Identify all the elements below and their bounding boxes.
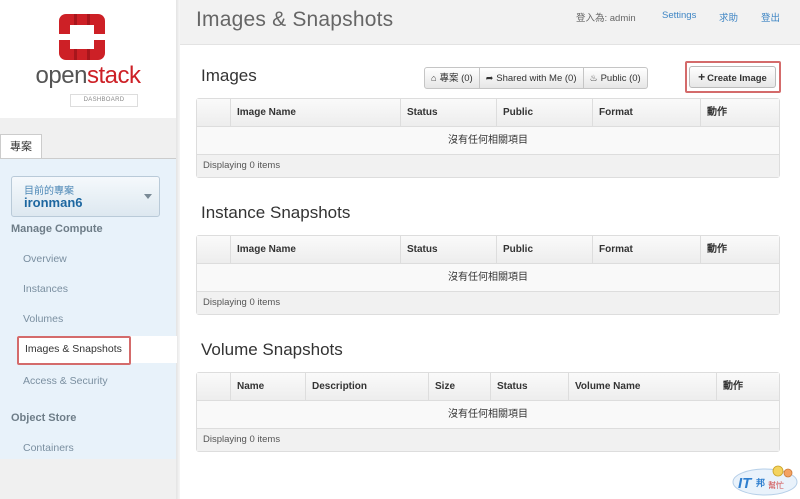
- sidebar-divider: [176, 0, 180, 499]
- ithome-watermark-logo: IT 邦 幫忙: [732, 465, 798, 496]
- svg-text:幫忙: 幫忙: [768, 480, 784, 490]
- table-footer: Displaying 0 items: [197, 155, 779, 177]
- create-image-label: Create Image: [707, 73, 767, 84]
- image-filter-group: ⌂ 專案 (0) ➦ Shared with Me (0) ♨ Public (0): [424, 67, 648, 89]
- sidebar-item-images-snapshots[interactable]: Images & Snapshots: [25, 343, 122, 355]
- table-footer: Displaying 0 items: [197, 292, 779, 314]
- filter-public-button[interactable]: ♨ Public (0): [584, 68, 647, 88]
- project-switcher[interactable]: 目前的專案 ironman6: [11, 176, 160, 217]
- filter-project-label: 專案 (0): [439, 73, 473, 84]
- table-header: Image Name Status Public Format 動作: [197, 99, 779, 127]
- tab-project[interactable]: 專案: [0, 134, 42, 159]
- table-header: Image Name Status Public Format 動作: [197, 236, 779, 264]
- nav-heading-object-store: Object Store: [11, 412, 77, 424]
- settings-link[interactable]: Settings: [662, 10, 696, 21]
- images-table: Image Name Status Public Format 動作 沒有任何相…: [196, 98, 780, 178]
- openstack-logo-icon: [59, 14, 105, 60]
- table-header: Name Description Size Status Volume Name…: [197, 373, 779, 401]
- chevron-down-icon: [144, 194, 152, 199]
- sidebar-item-instances[interactable]: Instances: [23, 283, 68, 295]
- column-header[interactable]: Format: [592, 99, 700, 126]
- column-header[interactable]: Description: [305, 373, 428, 400]
- filter-public-label: Public (0): [600, 73, 641, 84]
- fire-icon: ♨: [589, 73, 598, 83]
- select-column: [197, 99, 230, 126]
- sidebar-item-overview[interactable]: Overview: [23, 253, 67, 265]
- filter-shared-button[interactable]: ➦ Shared with Me (0): [480, 68, 584, 88]
- logo-subtitle: DASHBOARD: [70, 94, 138, 107]
- logged-in-user: 登入為: admin: [576, 13, 636, 24]
- sidebar-item-containers[interactable]: Containers: [23, 442, 74, 454]
- svg-text:IT: IT: [738, 475, 753, 492]
- create-image-button[interactable]: + Create Image: [689, 66, 776, 88]
- column-header[interactable]: Image Name: [230, 99, 400, 126]
- column-header[interactable]: Status: [400, 99, 496, 126]
- logo-wordmark: openstack: [0, 62, 176, 90]
- logo-text-stack: stack: [86, 62, 141, 89]
- help-link[interactable]: 求助: [719, 10, 738, 24]
- openstack-logo[interactable]: openstack DASHBOARD: [0, 0, 176, 118]
- column-header[interactable]: Image Name: [230, 236, 400, 263]
- sidebar-item-volumes[interactable]: Volumes: [23, 313, 63, 325]
- empty-message: 沒有任何相關項目: [197, 264, 779, 292]
- table-footer: Displaying 0 items: [197, 429, 779, 451]
- svg-text:邦: 邦: [756, 477, 765, 489]
- sidebar-item-access-security[interactable]: Access & Security: [23, 375, 108, 387]
- column-header[interactable]: Public: [496, 99, 592, 126]
- plus-icon: +: [698, 70, 706, 84]
- page-title: Images & Snapshots: [196, 8, 394, 31]
- column-header[interactable]: Status: [400, 236, 496, 263]
- column-header[interactable]: Public: [496, 236, 592, 263]
- column-header[interactable]: Volume Name: [568, 373, 716, 400]
- column-header[interactable]: Size: [428, 373, 490, 400]
- images-section-title: Images: [201, 66, 257, 85]
- column-header: 動作: [700, 236, 780, 263]
- select-column: [197, 236, 230, 263]
- empty-message: 沒有任何相關項目: [197, 127, 779, 155]
- project-switcher-value: ironman6: [24, 195, 83, 210]
- signout-link[interactable]: 登出: [761, 10, 780, 24]
- nav-heading-manage-compute: Manage Compute: [11, 223, 103, 235]
- column-header[interactable]: Name: [230, 373, 305, 400]
- filter-shared-label: Shared with Me (0): [496, 73, 577, 84]
- column-header: 動作: [716, 373, 780, 400]
- share-icon: ➦: [485, 73, 494, 83]
- column-header: 動作: [700, 99, 780, 126]
- logo-text-open: open: [35, 62, 88, 89]
- column-header[interactable]: Status: [490, 373, 568, 400]
- instance-snapshots-section-title: Instance Snapshots: [201, 203, 351, 222]
- select-column: [197, 373, 230, 400]
- filter-project-button[interactable]: ⌂ 專案 (0): [425, 68, 480, 88]
- home-icon: ⌂: [431, 73, 437, 83]
- column-header[interactable]: Format: [592, 236, 700, 263]
- empty-message: 沒有任何相關項目: [197, 401, 779, 429]
- volume-snapshots-table: Name Description Size Status Volume Name…: [196, 372, 780, 452]
- volume-snapshots-section-title: Volume Snapshots: [201, 340, 343, 359]
- instance-snapshots-table: Image Name Status Public Format 動作 沒有任何相…: [196, 235, 780, 315]
